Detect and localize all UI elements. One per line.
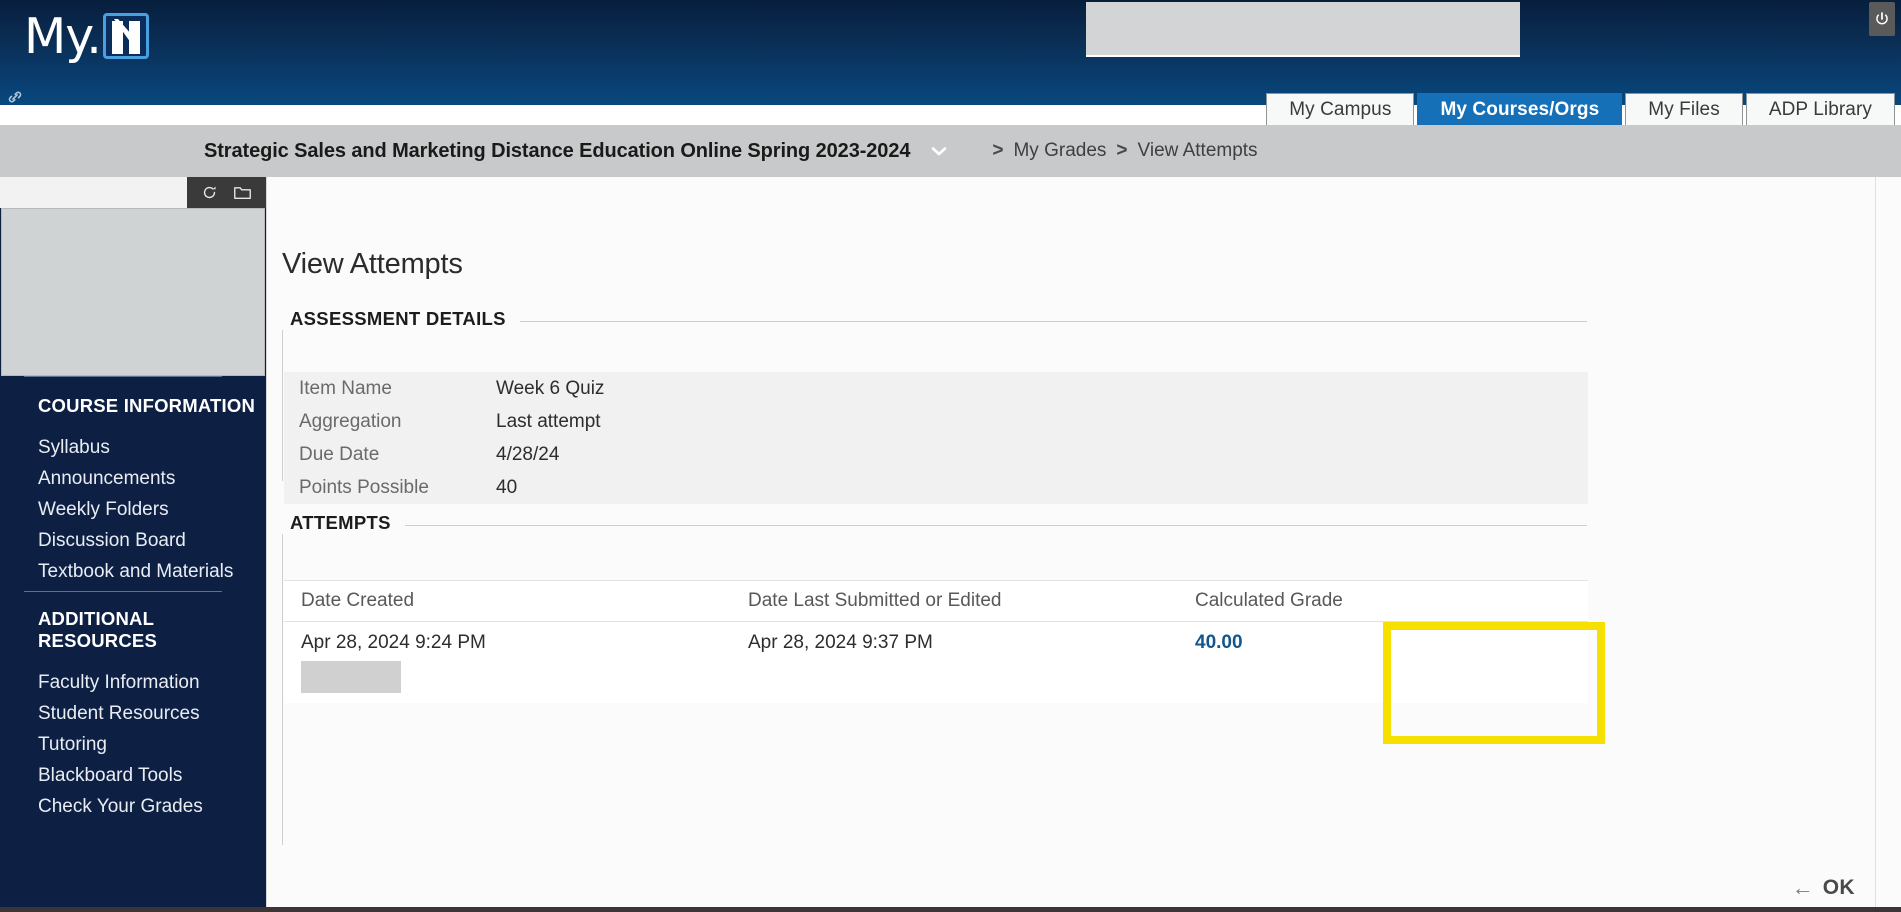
cell-calculated-grade: 40.00 (1195, 632, 1243, 653)
sidebar-item-announcements[interactable]: Announcements (0, 463, 266, 494)
page-title: View Attempts (282, 248, 463, 280)
cell-date-created: Apr 28, 2024 9:24 PM (284, 622, 731, 704)
sidebar-item-student-resources[interactable]: Student Resources (0, 698, 266, 729)
breadcrumb-bar: Strategic Sales and Marketing Distance E… (0, 125, 1901, 177)
course-sidebar: COURSE INFORMATION Syllabus Announcement… (0, 177, 266, 912)
column-header-date-last-submitted[interactable]: Date Last Submitted or Edited (731, 580, 1178, 622)
sidebar-item-textbook-and-materials[interactable]: Textbook and Materials (0, 556, 266, 587)
attempts-box: Date Created Date Last Submitted or Edit… (282, 525, 1588, 845)
tab-adp-library[interactable]: ADP Library (1745, 93, 1895, 125)
chevron-down-icon[interactable] (928, 140, 950, 162)
assessment-details-legend: ASSESSMENT DETAILS (282, 308, 520, 330)
sidebar-item-syllabus[interactable]: Syllabus (0, 432, 266, 463)
assessment-details-box: Item Name Week 6 Quiz Aggregation Last a… (282, 321, 1588, 504)
sidebar-group-additional-resources: ADDITIONAL RESOURCES Faculty Information… (0, 592, 266, 826)
course-menu-toolbar-buttons (187, 177, 266, 208)
attempts-table: Date Created Date Last Submitted or Edit… (284, 580, 1588, 703)
sidebar-header-course-information: COURSE INFORMATION (38, 395, 256, 416)
breadcrumb-my-grades[interactable]: My Grades (1013, 140, 1106, 162)
sidebar-item-weekly-folders[interactable]: Weekly Folders (0, 494, 266, 525)
value-item-name: Week 6 Quiz (496, 377, 605, 399)
label-item-name: Item Name (299, 377, 392, 399)
attempt-redaction-placeholder (301, 661, 401, 693)
sidebar-item-discussion-board[interactable]: Discussion Board (0, 525, 266, 556)
tab-my-courses-orgs[interactable]: My Courses/Orgs (1417, 93, 1623, 125)
table-row: Due Date 4/28/24 (284, 438, 1588, 471)
power-glyph (1876, 12, 1888, 25)
breadcrumb-separator-1: > (992, 140, 1004, 161)
breadcrumb-separator-2: > (1116, 140, 1128, 161)
tab-my-files[interactable]: My Files (1625, 93, 1743, 125)
value-aggregation: Last attempt (496, 410, 601, 432)
label-due-date: Due Date (299, 443, 380, 465)
brand-text: My. (24, 7, 102, 65)
assessment-details-section: ASSESSMENT DETAILS Item Name Week 6 Quiz… (282, 308, 1588, 504)
ok-button-label: OK (1822, 876, 1855, 899)
sidebar-nav: COURSE INFORMATION Syllabus Announcement… (0, 376, 266, 826)
primary-nav-row: My Campus My Courses/Orgs My Files ADP L… (0, 85, 1901, 125)
tab-my-campus[interactable]: My Campus (1266, 93, 1415, 125)
assessment-details-table: Item Name Week 6 Quiz Aggregation Last a… (284, 372, 1588, 504)
chain-link-icon[interactable] (5, 87, 25, 107)
brand-diagonal (113, 19, 138, 53)
brand-logo[interactable]: My. (24, 6, 149, 66)
attempt-date-created-text[interactable]: Apr 28, 2024 9:24 PM (301, 632, 486, 653)
cell-date-submitted: Apr 28, 2024 9:37 PM (748, 632, 933, 653)
value-points-possible: 40 (496, 476, 518, 498)
attempts-section: ATTEMPTS Date Created Date Last Submitte… (282, 512, 1588, 845)
table-row: Apr 28, 2024 9:24 PM Apr 28, 2024 9:37 P… (284, 622, 1588, 704)
breadcrumb: > My Grades > View Attempts (982, 140, 1257, 162)
column-header-date-created[interactable]: Date Created (284, 580, 731, 622)
right-edge-strip (1875, 177, 1901, 912)
sidebar-header-additional-resources: ADDITIONAL RESOURCES (38, 608, 157, 651)
sidebar-group-course-information: COURSE INFORMATION Syllabus Announcement… (0, 377, 266, 591)
label-aggregation: Aggregation (299, 410, 402, 432)
label-points-possible: Points Possible (299, 476, 429, 498)
sidebar-item-faculty-information[interactable]: Faculty Information (0, 667, 266, 698)
ok-button[interactable]: ← OK (1792, 876, 1855, 900)
column-header-calculated-grade[interactable]: Calculated Grade (1178, 580, 1588, 622)
table-row: Item Name Week 6 Quiz (284, 372, 1588, 405)
refresh-icon[interactable] (201, 184, 218, 201)
folder-icon[interactable] (233, 184, 252, 201)
table-header-row: Date Created Date Last Submitted or Edit… (284, 580, 1588, 622)
breadcrumb-view-attempts[interactable]: View Attempts (1138, 140, 1258, 162)
header-banner-placeholder (1086, 2, 1520, 57)
attempts-legend: ATTEMPTS (282, 512, 405, 534)
nav-tabs: My Campus My Courses/Orgs My Files ADP L… (1266, 93, 1895, 125)
course-title: Strategic Sales and Marketing Distance E… (204, 139, 911, 162)
value-due-date: 4/28/24 (496, 443, 560, 465)
brand-mark-n-icon (102, 13, 149, 59)
course-menu-toolbar (0, 177, 266, 208)
back-arrow-icon: ← (1791, 875, 1814, 900)
bottom-strip (0, 907, 1901, 912)
course-banner-image-placeholder (1, 208, 265, 376)
table-row: Points Possible 40 (284, 471, 1588, 504)
sidebar-item-tutoring[interactable]: Tutoring (0, 729, 266, 760)
table-row: Aggregation Last attempt (284, 405, 1588, 438)
sidebar-item-check-your-grades[interactable]: Check Your Grades (0, 791, 266, 822)
sidebar-item-blackboard-tools[interactable]: Blackboard Tools (0, 760, 266, 791)
power-icon[interactable] (1869, 2, 1895, 36)
